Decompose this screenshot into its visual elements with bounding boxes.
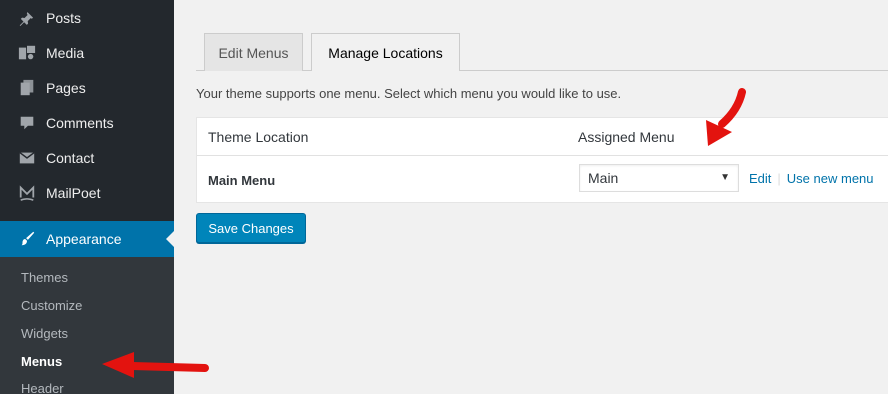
menu-locations-table: Theme Location Assigned Menu Main Menu M… <box>196 117 888 203</box>
sidebar-item-media[interactable]: Media <box>0 35 174 70</box>
sidebar-item-label: Contact <box>46 149 95 166</box>
main-content: Edit Menus Manage Locations Your theme s… <box>174 0 888 394</box>
sidebar-item-appearance[interactable]: Appearance <box>0 221 174 257</box>
submenu-item-customize[interactable]: Customize <box>21 298 82 313</box>
use-new-menu-link[interactable]: Use new menu <box>787 171 874 186</box>
table-header: Theme Location Assigned Menu <box>197 118 888 156</box>
brush-icon <box>17 229 37 249</box>
current-menu-pointer <box>166 231 174 247</box>
sidebar-item-label: Media <box>46 44 85 61</box>
comment-icon <box>17 113 37 133</box>
tab-edit-menus[interactable]: Edit Menus <box>204 33 303 71</box>
selected-menu-value: Main <box>588 170 619 186</box>
sidebar-item-label: MailPoet <box>46 184 101 201</box>
chevron-down-icon: ▼ <box>720 172 730 183</box>
column-header-theme-location: Theme Location <box>208 129 309 145</box>
sidebar-item-mailpoet[interactable]: MailPoet <box>0 175 174 210</box>
admin-sidebar: Posts Media Pages Comments Contact MailP… <box>0 0 174 394</box>
submenu-item-widgets[interactable]: Widgets <box>21 326 68 341</box>
sidebar-item-label: Posts <box>46 9 82 26</box>
save-changes-button[interactable]: Save Changes <box>196 213 306 243</box>
row-actions: Edit | Use new menu <box>749 171 874 186</box>
submenu-item-header[interactable]: Header <box>21 381 64 394</box>
sidebar-item-posts[interactable]: Posts <box>0 0 174 35</box>
sidebar-item-comments[interactable]: Comments <box>0 105 174 140</box>
edit-menu-link[interactable]: Edit <box>749 171 771 186</box>
pin-icon <box>17 8 37 28</box>
media-icon <box>17 43 37 63</box>
mailpoet-icon <box>17 183 37 203</box>
tab-manage-locations[interactable]: Manage Locations <box>311 33 460 71</box>
sidebar-item-pages[interactable]: Pages <box>0 70 174 105</box>
sidebar-item-label: Appearance <box>46 231 122 247</box>
sidebar-item-contact[interactable]: Contact <box>0 140 174 175</box>
appearance-submenu: Themes Customize Widgets Menus Header <box>0 257 174 394</box>
column-header-assigned-menu: Assigned Menu <box>578 129 675 145</box>
submenu-item-themes[interactable]: Themes <box>21 270 68 285</box>
assigned-menu-select[interactable]: Main ▼ <box>579 164 739 192</box>
pages-icon <box>17 78 37 98</box>
sidebar-item-label: Comments <box>46 114 114 131</box>
submenu-item-menus[interactable]: Menus <box>21 354 62 369</box>
envelope-icon <box>17 148 37 168</box>
location-label: Main Menu <box>208 173 276 188</box>
link-separator: | <box>777 171 781 186</box>
page-description: Your theme supports one menu. Select whi… <box>196 86 622 101</box>
sidebar-item-label: Pages <box>46 79 86 96</box>
